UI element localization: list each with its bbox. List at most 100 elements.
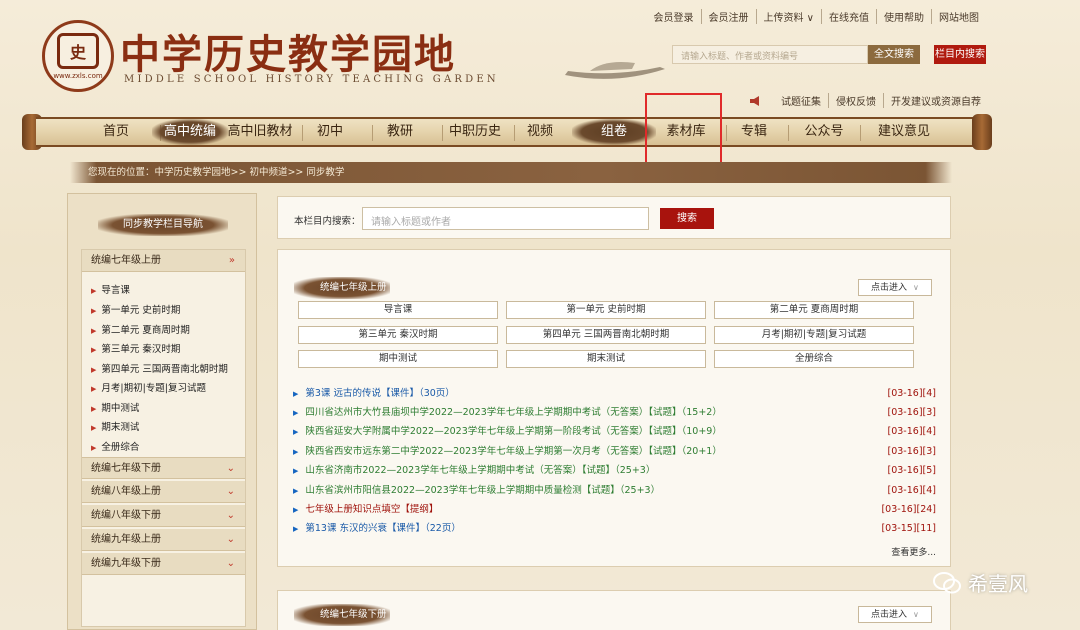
category-button[interactable]: 月考|期初|专题|复习试题 bbox=[714, 326, 914, 344]
nav-senior-old[interactable]: 高中旧教材 bbox=[222, 119, 298, 145]
nav-video[interactable]: 视频 bbox=[502, 119, 578, 145]
category-button[interactable]: 全册综合 bbox=[714, 350, 914, 368]
triangle-right-icon: ▶ bbox=[293, 448, 299, 456]
upload-link[interactable]: 上传资料 ∨ bbox=[755, 9, 822, 24]
sidebar: 同步教学栏目导航 统编七年级上册 » ▶ 导言课 ▶ 第一单元 史前时期 ▶ 第二单元… bbox=[67, 193, 257, 630]
triangle-right-icon: ▶ bbox=[91, 307, 97, 315]
article-row[interactable]: ▶ 陕西省延安大学附属中学2022—2023学年七年级上学期第一阶段考试（无答案）… bbox=[293, 423, 936, 441]
category-button[interactable]: 导言课 bbox=[298, 301, 498, 319]
nav-albums[interactable]: 专辑 bbox=[716, 119, 792, 145]
article-date: [03-16][4] bbox=[887, 485, 936, 496]
chevron-down-icon: ∨ bbox=[913, 610, 919, 619]
double-chevron-down-icon: ⌄ bbox=[226, 558, 235, 569]
article-row[interactable]: ▶ 四川省达州市大竹县庙坝中学2022—2023学年七年级上学期期中考试（无答案）… bbox=[293, 404, 936, 422]
register-link[interactable]: 会员注册 bbox=[700, 9, 756, 24]
sidebar-panel: 统编七年级上册 » ▶ 导言课 ▶ 第一单元 史前时期 ▶ 第二单元 夏商周时期 ▶ 第… bbox=[81, 249, 246, 627]
triangle-right-icon: ▶ bbox=[91, 366, 97, 374]
triangle-right-icon: ▶ bbox=[293, 487, 299, 495]
breadcrumb: 您现在的位置：中学历史教学园地>> 初中频道>> 同步教学 bbox=[70, 162, 952, 183]
sidebar-group-grade8-vol2[interactable]: 统编八年级下册 ⌄ bbox=[82, 505, 245, 527]
main-nav: 首页 高中统编 高中旧教材 初中 教研 中职历史 视频 组卷 素材库 专辑 公众… bbox=[22, 114, 992, 150]
nav-materials[interactable]: 素材库 bbox=[646, 119, 726, 145]
sidebar-group-grade9-vol1[interactable]: 统编九年级上册 ⌄ bbox=[82, 529, 245, 551]
column-search-input[interactable]: 请输入标题或作者 bbox=[362, 207, 649, 230]
speaker-icon bbox=[750, 95, 759, 106]
nav-research[interactable]: 教研 bbox=[362, 119, 438, 145]
sidebar-group-grade8-vol1[interactable]: 统编八年级上册 ⌄ bbox=[82, 481, 245, 503]
column-search-submit-button[interactable]: 搜索 bbox=[660, 208, 714, 229]
logo-url: www.zxls.com bbox=[53, 71, 103, 80]
article-row[interactable]: ▶ 山东省济南市2022—2023学年七年级上学期期中考试（无答案）【试题】（25… bbox=[293, 462, 936, 480]
nav-home[interactable]: 首页 bbox=[78, 119, 154, 145]
nav-scroll-right-ornament bbox=[972, 114, 992, 150]
category-button[interactable]: 第一单元 史前时期 bbox=[506, 301, 706, 319]
article-date: [03-16][4] bbox=[887, 388, 936, 399]
sidebar-item[interactable]: ▶ 第一单元 史前时期 bbox=[91, 302, 180, 316]
triangle-right-icon: ▶ bbox=[293, 409, 299, 417]
category-button[interactable]: 第三单元 秦汉时期 bbox=[298, 326, 498, 344]
article-date: [03-16][5] bbox=[887, 465, 936, 476]
triangle-right-icon: ▶ bbox=[293, 506, 299, 514]
triangle-right-icon: ▶ bbox=[91, 444, 97, 452]
triangle-right-icon: ▶ bbox=[91, 385, 97, 393]
login-link[interactable]: 会员登录 bbox=[647, 9, 701, 24]
panel-grade7-vol2: 统编七年级下册 点击进入 ∨ bbox=[277, 590, 951, 630]
sidebar-item[interactable]: ▶ 全册综合 bbox=[91, 439, 139, 453]
triangle-right-icon: ▶ bbox=[293, 525, 299, 533]
suggestion-link[interactable]: 开发建议或资源自荐 bbox=[883, 93, 988, 108]
sidebar-item[interactable]: ▶ 期中测试 bbox=[91, 400, 139, 414]
chevron-down-icon: ∨ bbox=[913, 283, 919, 292]
watermark: 希壹风 bbox=[932, 568, 1028, 597]
panel-enter-button[interactable]: 点击进入 ∨ bbox=[858, 279, 932, 296]
panel-enter-button[interactable]: 点击进入 ∨ bbox=[858, 606, 932, 623]
category-button[interactable]: 期末测试 bbox=[506, 350, 706, 368]
sidebar-group-grade7-vol2[interactable]: 统编七年级下册 ⌄ bbox=[82, 457, 245, 479]
sidebar-group-label: 统编七年级上册 bbox=[91, 255, 161, 266]
site-logo-seal[interactable]: 史 www.zxls.com bbox=[42, 20, 114, 92]
article-row[interactable]: ▶ 第13课 东汉的兴衰【课件】（22页） [03-15][11] bbox=[293, 520, 936, 538]
sidebar-item[interactable]: ▶ 第三单元 秦汉时期 bbox=[91, 341, 180, 355]
article-row[interactable]: ▶ 陕西省西安市远东第二中学2022—2023学年七年级上学期第一次月考（无答案）… bbox=[293, 443, 936, 461]
sidebar-group-grade9-vol2[interactable]: 统编九年级下册 ⌄ bbox=[82, 553, 245, 575]
triangle-right-icon: ▶ bbox=[91, 346, 97, 354]
sidebar-title: 同步教学栏目导航 bbox=[98, 214, 228, 236]
recharge-link[interactable]: 在线充值 bbox=[821, 9, 876, 24]
category-button[interactable]: 第四单元 三国两晋南北朝时期 bbox=[506, 326, 706, 344]
sidebar-group-grade7-vol1[interactable]: 统编七年级上册 » bbox=[82, 250, 245, 272]
sidebar-item[interactable]: ▶ 导言课 bbox=[91, 282, 130, 296]
article-row[interactable]: ▶ 七年级上册知识点填空【提纲】 [03-16][24] bbox=[293, 501, 936, 519]
nav-official-account[interactable]: 公众号 bbox=[782, 119, 866, 145]
category-button[interactable]: 第二单元 夏商周时期 bbox=[714, 301, 914, 319]
fulltext-search-button[interactable]: 全文搜索 bbox=[868, 45, 920, 64]
nav-senior-unified[interactable]: 高中统编 bbox=[152, 119, 228, 145]
column-search-button[interactable]: 栏目内搜索 bbox=[934, 45, 986, 64]
triangle-right-icon: ▶ bbox=[91, 424, 97, 432]
double-chevron-right-icon: » bbox=[228, 255, 235, 266]
category-button[interactable]: 期中测试 bbox=[298, 350, 498, 368]
question-collection-link[interactable]: 试题征集 bbox=[774, 93, 828, 108]
top-links: 会员登录 会员注册 上传资料 ∨ 在线充值 使用帮助 网站地图 bbox=[647, 9, 987, 24]
nav-junior[interactable]: 初中 bbox=[292, 119, 368, 145]
triangle-right-icon: ▶ bbox=[293, 467, 299, 475]
sidebar-item[interactable]: ▶ 月考|期初|专题|复习试题 bbox=[91, 380, 206, 394]
seal-emblem-icon: 史 bbox=[57, 32, 99, 69]
sidebar-item[interactable]: ▶ 期末测试 bbox=[91, 419, 139, 433]
panel-title: 统编七年级下册 bbox=[294, 604, 390, 626]
sidebar-item[interactable]: ▶ 第四单元 三国两晋南北朝时期 bbox=[91, 361, 228, 375]
sitemap-link[interactable]: 网站地图 bbox=[931, 9, 986, 24]
site-title[interactable]: 中学历史教学园地 bbox=[120, 22, 456, 80]
article-row[interactable]: ▶ 第3课 远古的传说【课件】（30页） [03-16][4] bbox=[293, 385, 936, 403]
help-link[interactable]: 使用帮助 bbox=[876, 9, 931, 24]
site-search-input[interactable]: 请输入标题、作者或资料编号 bbox=[672, 45, 868, 64]
article-row[interactable]: ▶ 山东省滨州市阳信县2022—2023学年七年级上学期期中质量检测【试题】（25… bbox=[293, 482, 936, 500]
triangle-right-icon: ▶ bbox=[91, 327, 97, 335]
article-date: [03-16][24] bbox=[881, 504, 936, 515]
nav-compose-paper[interactable]: 组卷 bbox=[572, 119, 656, 145]
column-search-bar: 本栏目内搜索： 请输入标题或作者 搜索 bbox=[277, 196, 951, 239]
sidebar-item[interactable]: ▶ 第二单元 夏商周时期 bbox=[91, 322, 190, 336]
infringement-feedback-link[interactable]: 侵权反馈 bbox=[828, 93, 883, 108]
more-link[interactable]: 查看更多... bbox=[891, 545, 936, 558]
boat-decoration-icon bbox=[565, 62, 665, 79]
column-search-label: 本栏目内搜索： bbox=[294, 216, 361, 227]
nav-suggestions[interactable]: 建议意见 bbox=[858, 119, 950, 145]
